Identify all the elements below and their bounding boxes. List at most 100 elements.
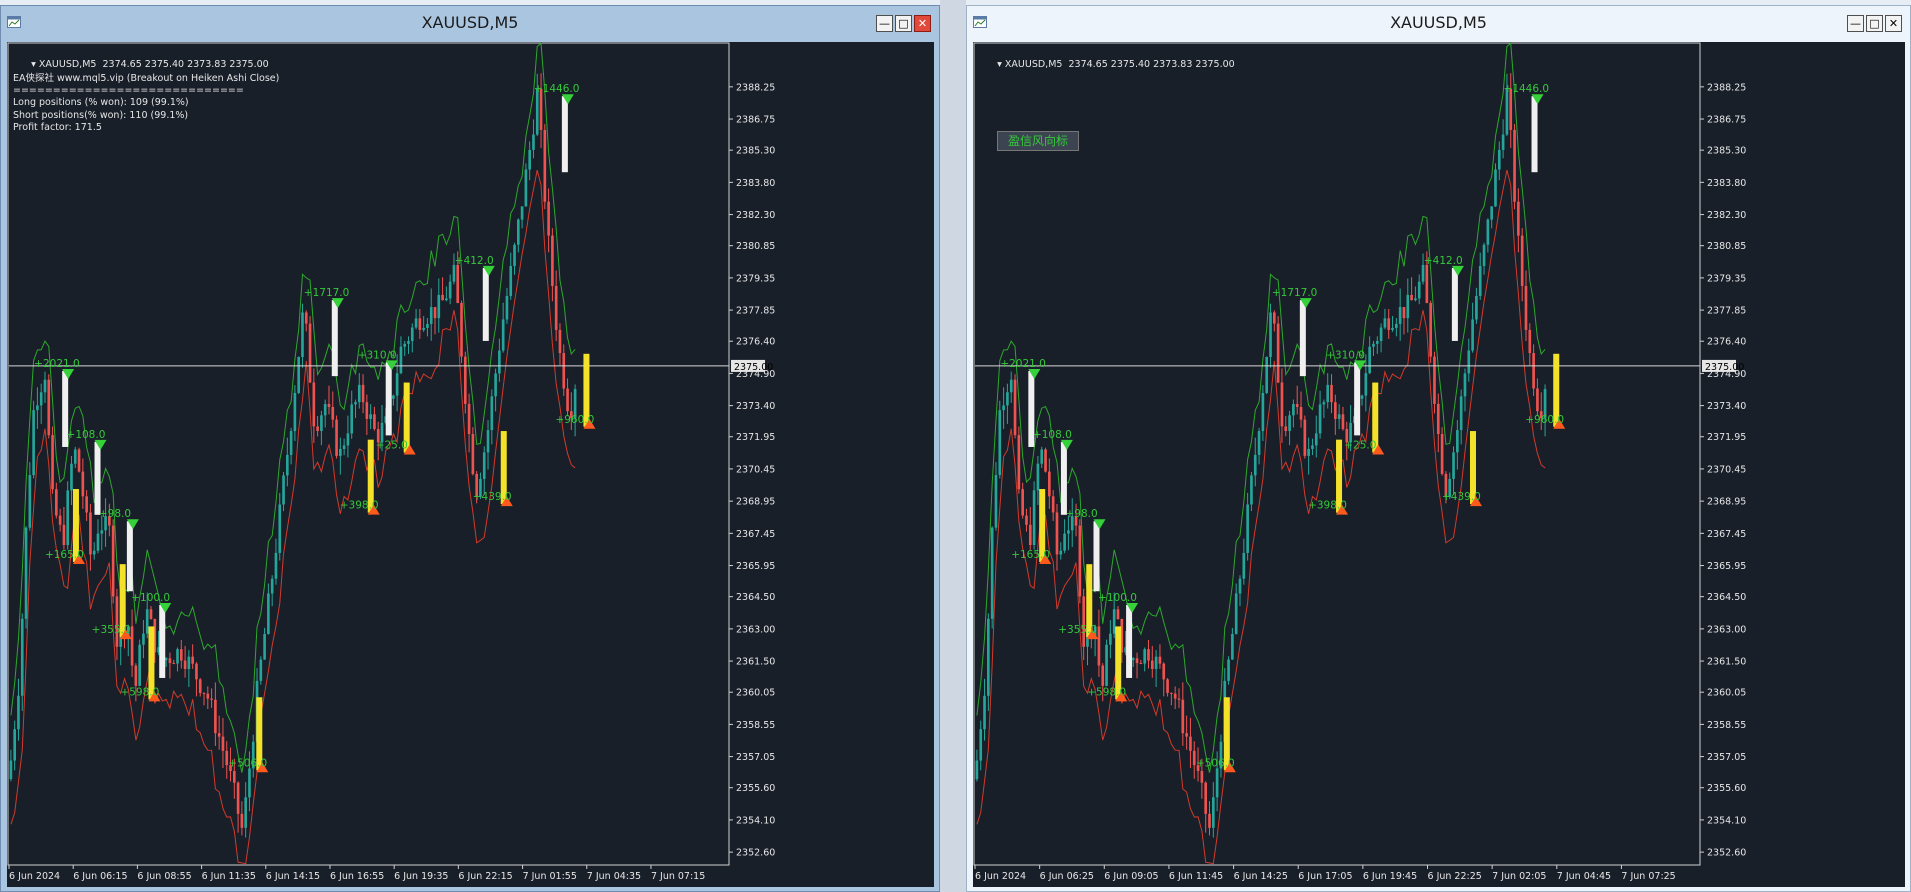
candle-body [1067, 530, 1070, 534]
candle-body [1391, 327, 1394, 330]
trade-profit-label: +1446.0 [534, 83, 580, 95]
trade-profit-label: +108.0 [1033, 429, 1072, 441]
price-scale-label: 2377.85 [736, 306, 775, 317]
time-axis-label: 6 Jun 08:55 [137, 871, 191, 882]
candle-body [183, 660, 187, 670]
candle-body [55, 489, 58, 516]
price-scale-label: 2383.80 [1707, 178, 1746, 189]
candle-body [1517, 201, 1520, 236]
trade-profit-label: +98.0 [99, 508, 131, 520]
price-scale-label: 2370.45 [1707, 464, 1746, 475]
candle-body [373, 414, 376, 430]
candle-body [566, 388, 569, 412]
candle-body [1501, 134, 1505, 150]
candle-body [1021, 489, 1024, 516]
candle-body [1211, 797, 1215, 828]
time-axis-label: 6 Jun 22:25 [1428, 871, 1482, 882]
candle-body [240, 813, 244, 828]
candle-body [1078, 525, 1082, 597]
candle-body [304, 312, 308, 324]
candle-body [1532, 353, 1535, 389]
candle-body [460, 302, 463, 357]
candle-body [1322, 402, 1326, 405]
candle-body [410, 327, 414, 342]
candle-body [1261, 392, 1265, 432]
trade-profit-label: +960.0 [1525, 414, 1564, 426]
time-axis-label: 6 Jun 19:45 [1363, 871, 1417, 882]
time-axis-label: 7 Jun 07:15 [651, 871, 705, 882]
candle-body [202, 692, 206, 694]
price-scale-label: 2385.30 [736, 146, 775, 157]
candle-body [1215, 768, 1219, 798]
candle-body [516, 219, 520, 245]
trade-profit-label: +25.0 [376, 440, 408, 452]
trade-profit-label: +310.0 [358, 349, 397, 361]
candle-body [1112, 609, 1116, 634]
price-scale-label: 2364.50 [1707, 592, 1746, 603]
maximize-icon[interactable]: □ [1866, 15, 1883, 32]
candle-body [501, 319, 505, 351]
window-title: XAUUSD,M5 [1390, 13, 1487, 32]
candle-body [422, 327, 425, 330]
candle-body [312, 382, 316, 427]
dropdown-triangle-icon[interactable]: ▾ [997, 59, 1005, 70]
close-icon[interactable]: ✕ [1885, 15, 1902, 32]
price-scale-label: 2357.05 [1707, 752, 1746, 763]
short-highlight-bar [1093, 521, 1100, 592]
candle-body [278, 504, 282, 553]
ea-info-divider: ============================= [13, 85, 244, 97]
price-chart[interactable]: +2021.0 +108.0 +165.0 +98.0 +355.0 +100.0 +598… [7, 42, 934, 887]
trade-profit-label: +398.0 [340, 500, 379, 512]
candle-body [1242, 552, 1246, 579]
candle-body [429, 307, 433, 324]
candle-body [47, 379, 51, 436]
price-scale-label: 2363.00 [1707, 624, 1746, 635]
candle-body [134, 665, 138, 686]
candle-body [1536, 388, 1539, 412]
candle-body [433, 307, 437, 319]
candle-body [1028, 524, 1032, 546]
titlebar[interactable]: XAUUSD,M5 — □ ✕ [967, 6, 1910, 40]
trade-profit-label: +25.0 [1344, 440, 1376, 452]
candle-body [145, 609, 149, 634]
price-scale-label: 2367.45 [1707, 529, 1746, 540]
candle-body [528, 149, 531, 170]
maximize-icon[interactable]: □ [895, 15, 912, 32]
candle-body [1486, 219, 1490, 245]
price-scale-label: 2370.45 [736, 464, 775, 475]
candle-body [1478, 266, 1482, 296]
short-highlight-bar [1060, 441, 1067, 515]
current-price-label: 2375.00 [734, 362, 773, 373]
candle-body [1459, 396, 1463, 431]
price-scale-label: 2373.40 [736, 401, 775, 412]
candle-body [58, 515, 62, 525]
candle-body [1311, 445, 1314, 449]
price-scale-label: 2386.75 [1707, 115, 1746, 126]
price-chart[interactable]: +2021.0 +108.0 +165.0 +98.0 +355.0 +100.0 +598… [973, 42, 1905, 887]
candle-body [43, 379, 47, 393]
minimize-icon[interactable]: — [876, 15, 893, 32]
candle-body [547, 201, 550, 236]
candle-body [1505, 88, 1509, 135]
price-scale-label: 2368.95 [736, 497, 775, 508]
chart-canvas[interactable]: +2021.0 +108.0 +165.0 +98.0 +355.0 +100.0 +598… [7, 42, 934, 887]
chart-window-right[interactable]: XAUUSD,M5 — □ ✕ +2021.0 +108.0 +165.0 +98.0… [966, 5, 1911, 892]
short-highlight-bar [482, 267, 489, 341]
chart-canvas[interactable]: +2021.0 +108.0 +165.0 +98.0 +355.0 +100.0 +598… [973, 42, 1905, 887]
minimize-icon[interactable]: — [1847, 15, 1864, 32]
titlebar[interactable]: XAUUSD,M5 — □ ✕ [1, 6, 939, 40]
candle-body [244, 797, 247, 828]
close-icon[interactable]: ✕ [914, 15, 931, 32]
trade-profit-label: +98.0 [1066, 508, 1098, 520]
candle-body [210, 698, 213, 700]
short-highlight-bar [1354, 362, 1361, 436]
time-axis-label: 6 Jun 06:25 [1040, 871, 1094, 882]
signal-indicator-button[interactable]: 盈信风向标 [997, 131, 1079, 151]
time-axis-label: 7 Jun 07:25 [1621, 871, 1675, 882]
chart-window-left[interactable]: XAUUSD,M5 — □ ✕ +2021.0 +108.0 +165.0 +98.0… [0, 5, 940, 892]
candle-body [1272, 312, 1276, 324]
dropdown-triangle-icon[interactable]: ▾ [31, 59, 39, 70]
candle-body [1147, 649, 1150, 661]
price-scale-label: 2379.35 [1707, 273, 1746, 284]
candle-body [535, 88, 539, 135]
